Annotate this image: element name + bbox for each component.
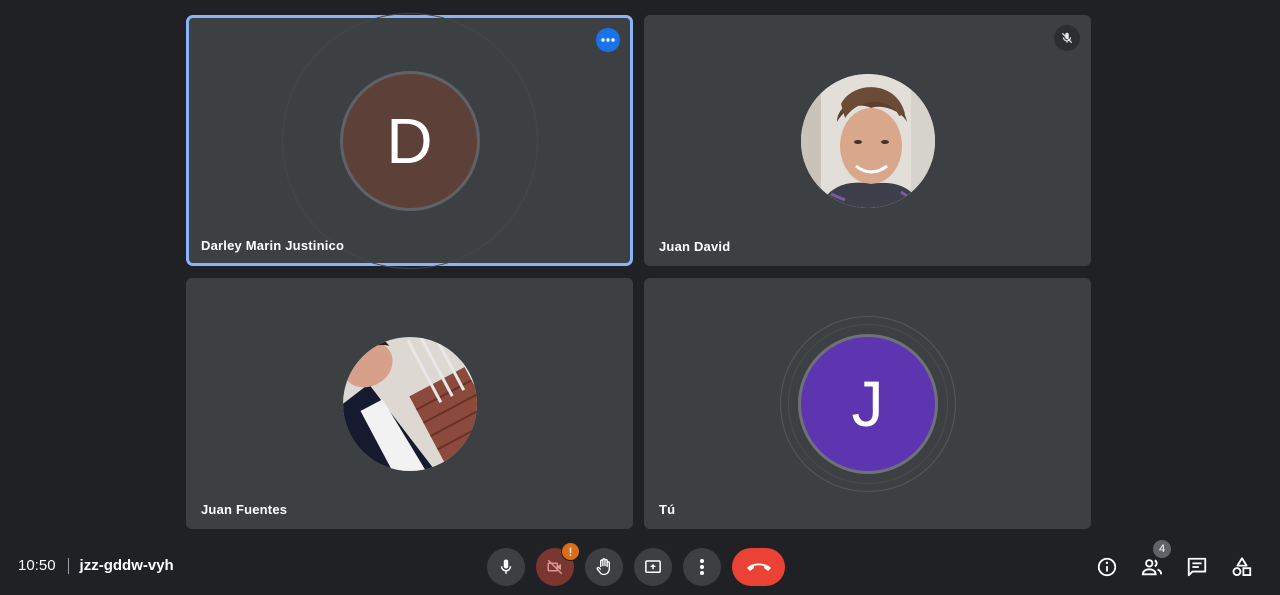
chat-icon (1187, 557, 1207, 577)
present-screen-icon (645, 560, 661, 573)
person-photo-icon (342, 336, 477, 471)
avatar: D (339, 70, 480, 211)
participant-count-badge: 4 (1153, 540, 1171, 558)
avatar-initial: D (339, 70, 480, 211)
camera-button[interactable]: ! (536, 542, 580, 586)
meeting-code: jzz-gddw-vyh (79, 557, 174, 574)
avatar: J (797, 333, 938, 474)
end-call-icon (746, 563, 771, 571)
microphone-icon (500, 559, 512, 574)
participant-tile-juan-fuentes[interactable]: Juan Fuentes (186, 278, 633, 529)
meeting-stage: D Darley Marin Justinico Juan David Juan… (0, 0, 1280, 595)
clock-time: 10:50 (18, 557, 56, 574)
more-options-icon (700, 559, 704, 575)
activities-button[interactable] (1228, 553, 1256, 581)
people-icon (1141, 559, 1163, 576)
more-options-button[interactable] (683, 548, 721, 586)
participant-name: Darley Marin Justinico (201, 238, 345, 253)
present-screen-button[interactable] (634, 548, 672, 586)
meeting-details-button[interactable] (1093, 553, 1121, 581)
avatar-photo (342, 336, 477, 471)
avatar (800, 73, 935, 208)
divider (67, 557, 69, 574)
chat-button[interactable] (1183, 553, 1211, 581)
more-horizontal-icon (601, 38, 615, 42)
raise-hand-button[interactable] (585, 548, 623, 586)
activities-icon (1232, 557, 1252, 576)
participant-name: Juan Fuentes (201, 502, 288, 517)
person-photo-icon (800, 73, 935, 208)
tile-more-options-button[interactable] (596, 28, 620, 52)
participant-name: Juan David (659, 239, 731, 254)
muted-indicator (1054, 25, 1080, 51)
participant-tile-darley[interactable]: D Darley Marin Justinico (186, 12, 633, 269)
avatar-photo (800, 73, 935, 208)
end-call-button[interactable] (732, 548, 785, 586)
avatar (342, 336, 477, 471)
participant-tile-self[interactable]: J Tú (644, 278, 1091, 529)
camera-warning-badge: ! (561, 542, 580, 561)
info-icon (1097, 557, 1117, 577)
participant-tile-juan-david[interactable]: Juan David (644, 15, 1091, 266)
camera-off-icon (547, 559, 563, 575)
meeting-details: 10:50 jzz-gddw-vyh (18, 557, 174, 574)
participant-name: Tú (659, 502, 676, 517)
microphone-button[interactable] (487, 548, 525, 586)
avatar-initial: J (797, 333, 938, 474)
raise-hand-icon (596, 558, 610, 576)
mic-off-icon (1061, 32, 1073, 44)
